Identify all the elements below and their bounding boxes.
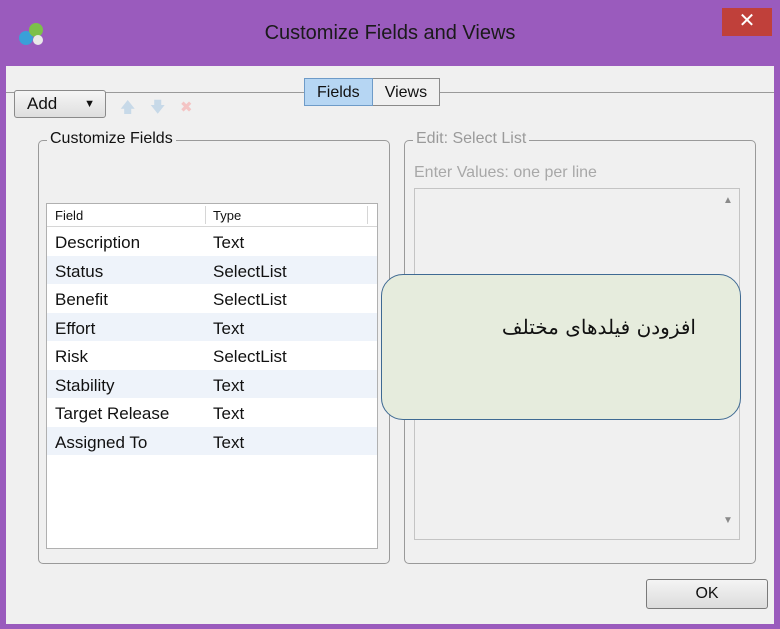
callout-text: افزودن فیلدهای مختلف — [501, 315, 696, 339]
edit-select-list-label: Edit: Select List — [413, 130, 530, 148]
table-row[interactable]: Benefit SelectList — [47, 284, 377, 313]
field-name: Effort — [55, 318, 96, 338]
table-row[interactable]: Stability Text — [47, 369, 377, 398]
field-type: SelectList — [213, 347, 287, 366]
arrow-up-icon[interactable]: 🡅 — [120, 100, 135, 115]
field-name: Target Release — [55, 404, 170, 423]
chevron-down-icon: ▼ — [84, 98, 95, 110]
add-field-button[interactable]: Add ▼ — [14, 90, 106, 118]
field-name: Status — [55, 261, 104, 281]
field-name: Benefit — [55, 290, 108, 309]
field-type: Text — [213, 318, 245, 338]
field-type: Text — [213, 432, 245, 452]
field-type: SelectList — [213, 261, 287, 281]
window-title: Customize Fields and Views — [264, 22, 516, 44]
dialog-window: Customize Fields and Views ✕ Fields View… — [0, 0, 780, 629]
column-separator[interactable] — [367, 206, 368, 224]
table-row[interactable]: Target Release Text — [47, 398, 377, 427]
fields-list[interactable]: Field Type Description Text Status Selec… — [46, 203, 378, 549]
ok-button[interactable]: OK — [646, 579, 768, 609]
table-row[interactable]: Risk SelectList — [47, 341, 377, 370]
field-name: Assigned To — [55, 432, 148, 452]
field-type: Text — [213, 375, 245, 395]
column-header-type[interactable]: Type — [213, 208, 241, 223]
add-button-label: Add — [27, 94, 58, 113]
field-name: Risk — [55, 347, 89, 366]
field-name: Stability — [55, 375, 115, 395]
scroll-down-icon[interactable]: ▼ — [718, 515, 738, 533]
delete-x-icon[interactable]: ✖ — [180, 100, 193, 115]
field-type: SelectList — [213, 290, 287, 309]
column-header-field[interactable]: Field — [55, 208, 83, 223]
tab-strip: Fields Views — [304, 78, 441, 106]
tab-fields[interactable]: Fields — [304, 78, 373, 106]
field-type: Text — [213, 404, 245, 423]
list-header: Field Type — [47, 204, 377, 227]
arrow-down-icon[interactable]: 🡇 — [150, 100, 165, 115]
table-row[interactable]: Effort Text — [47, 312, 377, 341]
tab-views[interactable]: Views — [372, 78, 441, 106]
scroll-up-icon[interactable]: ▲ — [718, 195, 738, 213]
table-row[interactable]: Status SelectList — [47, 255, 377, 284]
annotation-callout: افزودن فیلدهای مختلف — [381, 274, 741, 420]
values-hint: Enter Values: one per line — [414, 164, 597, 181]
close-button[interactable]: ✕ — [722, 8, 772, 36]
table-row[interactable]: Description Text — [47, 227, 377, 256]
table-row[interactable]: Assigned To Text — [47, 426, 377, 455]
column-separator[interactable] — [205, 206, 206, 224]
field-name: Description — [55, 233, 141, 252]
customize-fields-label: Customize Fields — [47, 130, 176, 148]
field-type: Text — [213, 233, 245, 252]
